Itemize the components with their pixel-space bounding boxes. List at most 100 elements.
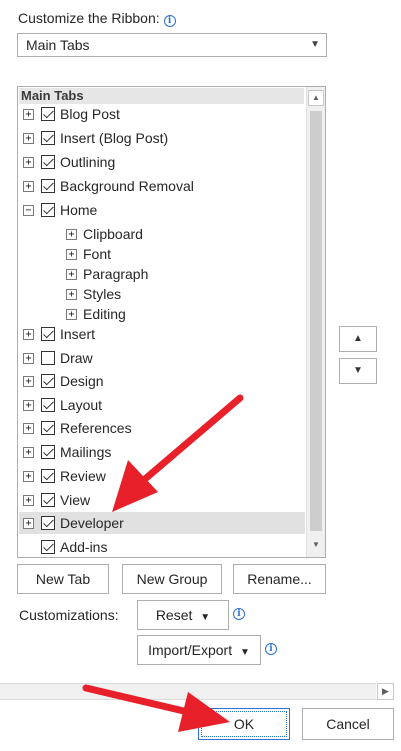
tree-row[interactable]: + Insert xyxy=(19,323,305,345)
tree-row[interactable]: + References xyxy=(19,417,305,439)
tree-row-label: Insert xyxy=(60,326,96,342)
expand-icon[interactable]: + xyxy=(23,329,34,340)
reset-button-label: Reset xyxy=(155,607,193,623)
chevron-down-icon: ▼ xyxy=(310,39,320,50)
checkbox-checked[interactable] xyxy=(41,469,55,483)
tree-row[interactable]: + Insert (Blog Post) xyxy=(19,127,305,149)
tree-row-label: Paragraph xyxy=(83,266,149,282)
tree-row-label: Review xyxy=(60,468,106,484)
expand-icon[interactable]: + xyxy=(23,400,34,411)
tree-row-label: Clipboard xyxy=(83,226,143,242)
tree-row[interactable]: + Paragraph xyxy=(19,263,305,285)
checkbox-checked[interactable] xyxy=(41,155,55,169)
checkbox-checked[interactable] xyxy=(41,445,55,459)
collapse-icon[interactable]: − xyxy=(23,205,34,216)
tree-row[interactable]: + Editing xyxy=(19,303,305,325)
expand-icon[interactable]: + xyxy=(23,376,34,387)
expand-icon[interactable]: + xyxy=(23,447,34,458)
customize-ribbon-label-text: Customize the Ribbon: xyxy=(18,10,160,26)
ribbon-tree[interactable]: Main Tabs ▲ ▼ + Blog Post + Insert (Blog Po… xyxy=(17,86,326,558)
ok-button[interactable]: OK xyxy=(198,708,290,740)
tree-row[interactable]: + Background Removal xyxy=(19,175,305,197)
checkbox-checked[interactable] xyxy=(41,374,55,388)
expand-icon[interactable]: + xyxy=(66,269,77,280)
tree-row-label: Editing xyxy=(83,306,126,322)
tree-row-label: Background Removal xyxy=(60,178,194,194)
checkbox-checked[interactable] xyxy=(41,540,55,554)
tree-vertical-scrollbar[interactable]: ▲ ▼ xyxy=(306,87,325,557)
checkbox-checked[interactable] xyxy=(41,398,55,412)
tree-row-label: Add-ins xyxy=(60,539,108,555)
expand-icon[interactable]: + xyxy=(23,133,34,144)
move-up-button[interactable]: ▲ xyxy=(339,326,377,352)
new-group-button[interactable]: New Group xyxy=(122,564,222,594)
checkbox-checked[interactable] xyxy=(41,203,55,217)
chevron-down-icon: ▼ xyxy=(240,647,250,658)
import-export-button-label: Import/Export xyxy=(148,642,233,658)
checkbox-checked[interactable] xyxy=(41,327,55,341)
tree-row[interactable]: + Font xyxy=(19,243,305,265)
tree-row-label: Mailings xyxy=(60,444,112,460)
tree-row[interactable]: + Layout xyxy=(19,394,305,416)
tree-row[interactable]: + Clipboard xyxy=(19,223,305,245)
expand-icon[interactable]: + xyxy=(23,181,34,192)
scroll-thumb[interactable] xyxy=(310,111,322,531)
tree-row[interactable]: Add-ins xyxy=(19,536,305,557)
customize-ribbon-label: Customize the Ribbon: i xyxy=(18,10,176,27)
expand-icon[interactable]: + xyxy=(23,495,34,506)
tree-row-label: Home xyxy=(60,202,98,218)
tree-row[interactable]: + Outlining xyxy=(19,151,305,173)
tree-row-label: Layout xyxy=(60,397,103,413)
reset-button[interactable]: Reset ▼ xyxy=(137,600,229,630)
expand-icon[interactable]: + xyxy=(23,471,34,482)
ribbon-category-dropdown[interactable]: Main Tabs ▼ xyxy=(17,33,327,57)
cancel-button[interactable]: Cancel xyxy=(302,708,394,740)
ribbon-category-dropdown-value: Main Tabs xyxy=(26,37,90,53)
info-icon[interactable]: i xyxy=(233,608,245,620)
tree-row-label: Font xyxy=(83,246,112,262)
new-tab-button[interactable]: New Tab xyxy=(17,564,109,594)
tree-row-label: Styles xyxy=(83,286,122,302)
tree-row[interactable]: + Draw xyxy=(19,347,305,369)
tree-row-label: Design xyxy=(60,373,104,389)
scroll-right-button[interactable]: ▶ xyxy=(377,683,394,700)
expand-icon[interactable]: + xyxy=(66,289,77,300)
checkbox-checked[interactable] xyxy=(41,516,55,530)
expand-icon[interactable]: + xyxy=(66,249,77,260)
import-export-button[interactable]: Import/Export ▼ xyxy=(137,635,261,665)
expand-icon[interactable]: + xyxy=(23,353,34,364)
tree-row[interactable]: − Home xyxy=(19,199,305,221)
expand-icon[interactable]: + xyxy=(23,109,34,120)
customizations-label: Customizations: xyxy=(19,607,119,623)
rename-button[interactable]: Rename... xyxy=(233,564,326,594)
tree-row[interactable]: + Review xyxy=(19,465,305,487)
expand-icon[interactable]: + xyxy=(23,157,34,168)
expand-icon[interactable]: + xyxy=(23,518,34,529)
scroll-up-button[interactable]: ▲ xyxy=(308,90,324,106)
info-icon[interactable]: i xyxy=(265,643,277,655)
tree-row[interactable]: + Styles xyxy=(19,283,305,305)
scroll-down-button[interactable]: ▼ xyxy=(308,538,324,554)
tree-row-label: References xyxy=(60,420,132,436)
expand-icon[interactable]: + xyxy=(66,309,77,320)
checkbox-checked[interactable] xyxy=(41,421,55,435)
expand-icon[interactable]: + xyxy=(66,229,77,240)
tree-row-label: Blog Post xyxy=(60,106,120,122)
info-icon[interactable]: i xyxy=(163,15,176,27)
tree-row[interactable]: + Design xyxy=(19,370,305,392)
tree-row[interactable]: + View xyxy=(19,489,305,511)
expand-icon[interactable]: + xyxy=(23,423,34,434)
tree-row-label: Outlining xyxy=(60,154,116,170)
tree-row[interactable]: + Mailings xyxy=(19,441,305,463)
checkbox-unchecked[interactable] xyxy=(41,351,55,365)
checkbox-checked[interactable] xyxy=(41,131,55,145)
move-down-button[interactable]: ▼ xyxy=(339,358,377,384)
tree-row[interactable]: + Blog Post xyxy=(19,103,305,125)
chevron-down-icon: ▼ xyxy=(200,612,211,623)
tree-row[interactable]: + Developer xyxy=(19,512,305,534)
checkbox-checked[interactable] xyxy=(41,493,55,507)
tree-row-label: View xyxy=(60,492,91,508)
horizontal-scrollbar[interactable] xyxy=(0,683,376,700)
checkbox-checked[interactable] xyxy=(41,107,55,121)
checkbox-checked[interactable] xyxy=(41,179,55,193)
